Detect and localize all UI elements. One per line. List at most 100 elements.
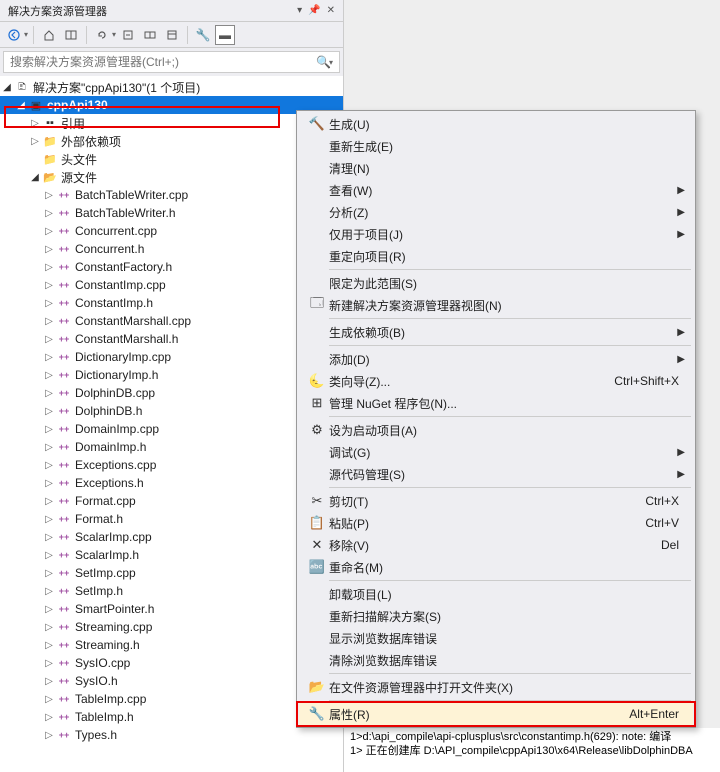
menu-label: 分析(Z) <box>329 204 677 221</box>
menu-label: 卸载项目(L) <box>329 586 687 603</box>
output-line: 1>d:\api_compile\api-cplusplus\src\const… <box>350 730 714 744</box>
menu-item[interactable]: 清除浏览数据库错误 <box>299 649 693 671</box>
menu-item[interactable]: 🗔新建解决方案资源管理器视图(N) <box>299 294 693 316</box>
menu-item[interactable]: 重新生成(E) <box>299 135 693 157</box>
menu-item[interactable]: 🌜类向导(Z)...Ctrl+Shift+X <box>299 370 693 392</box>
menu-item[interactable]: 清理(N) <box>299 157 693 179</box>
menu-item[interactable]: 查看(W)▶ <box>299 179 693 201</box>
menu-label: 显示浏览数据库错误 <box>329 630 687 647</box>
wrench-button[interactable]: 🔧 <box>193 25 213 45</box>
sync-button[interactable] <box>61 25 81 45</box>
menu-item[interactable]: 🔤重命名(M) <box>299 556 693 578</box>
references-node[interactable]: ▪▪ 引用 <box>0 114 343 132</box>
file-node[interactable]: ++DomainImp.h <box>0 438 343 456</box>
file-node[interactable]: ++SetImp.h <box>0 582 343 600</box>
file-node[interactable]: ++Concurrent.h <box>0 240 343 258</box>
sources-node[interactable]: 📂 源文件 <box>0 168 343 186</box>
menu-item[interactable]: 📂在文件资源管理器中打开文件夹(X) <box>299 676 693 698</box>
cpp-icon: ++ <box>56 223 72 239</box>
file-node[interactable]: ++DolphinDB.cpp <box>0 384 343 402</box>
file-node[interactable]: ++Streaming.h <box>0 636 343 654</box>
menu-item[interactable]: 限定为此范围(S) <box>299 272 693 294</box>
file-node[interactable]: ++ConstantMarshall.h <box>0 330 343 348</box>
menu-item[interactable]: 调试(G)▶ <box>299 441 693 463</box>
h-icon: ++ <box>56 601 72 617</box>
dropdown-icon[interactable]: ▾ <box>297 6 302 16</box>
paste-icon: 📋 <box>305 515 329 531</box>
show-all-button[interactable] <box>140 25 160 45</box>
search-box[interactable]: 🔍▾ <box>3 51 340 73</box>
menu-label: 重新扫描解决方案(S) <box>329 608 687 625</box>
menu-item[interactable]: 添加(D)▶ <box>299 348 693 370</box>
file-node[interactable]: ++TableImp.h <box>0 708 343 726</box>
solution-tree[interactable]: 🗈 解决方案"cppApi130"(1 个项目) ▣ cppApi130 ▪▪ … <box>0 76 343 772</box>
refresh-button[interactable] <box>92 25 112 45</box>
file-node[interactable]: ++DictionaryImp.cpp <box>0 348 343 366</box>
back-button[interactable] <box>4 25 24 45</box>
menu-label: 调试(G) <box>329 444 677 461</box>
file-node[interactable]: ++DictionaryImp.h <box>0 366 343 384</box>
menu-item[interactable]: ⊞管理 NuGet 程序包(N)... <box>299 392 693 414</box>
menu-item[interactable]: 分析(Z)▶ <box>299 201 693 223</box>
menu-label: 在文件资源管理器中打开文件夹(X) <box>329 679 687 696</box>
file-node[interactable]: ++ConstantMarshall.cpp <box>0 312 343 330</box>
file-node[interactable]: ++Exceptions.cpp <box>0 456 343 474</box>
menu-item[interactable]: 仅用于项目(J)▶ <box>299 223 693 245</box>
headers-node[interactable]: 📁 头文件 <box>0 150 343 168</box>
menu-item[interactable]: ✕移除(V)Del <box>299 534 693 556</box>
solution-icon: 🗈 <box>14 79 30 95</box>
file-node[interactable]: ++ConstantFactory.h <box>0 258 343 276</box>
collapse-all-button[interactable] <box>118 25 138 45</box>
project-node[interactable]: ▣ cppApi130 <box>0 96 343 114</box>
menu-item[interactable]: 重新扫描解决方案(S) <box>299 605 693 627</box>
file-node[interactable]: ++ScalarImp.cpp <box>0 528 343 546</box>
file-node[interactable]: ++ConstantImp.h <box>0 294 343 312</box>
search-input[interactable] <box>10 55 316 69</box>
file-node[interactable]: ++SysIO.cpp <box>0 654 343 672</box>
file-node[interactable]: ++Format.h <box>0 510 343 528</box>
file-node[interactable]: ++ConstantImp.cpp <box>0 276 343 294</box>
menu-item[interactable]: 显示浏览数据库错误 <box>299 627 693 649</box>
panel-header: 解决方案资源管理器 ▾ 📌 ✕ <box>0 0 343 22</box>
file-node[interactable]: ++DolphinDB.h <box>0 402 343 420</box>
file-node[interactable]: ++Types.h <box>0 726 343 744</box>
file-node[interactable]: ++Format.cpp <box>0 492 343 510</box>
file-node[interactable]: ++SysIO.h <box>0 672 343 690</box>
menu-item[interactable]: 🔨生成(U) <box>299 113 693 135</box>
h-icon: ++ <box>56 709 72 725</box>
menu-item[interactable]: ✂剪切(T)Ctrl+X <box>299 490 693 512</box>
menu-item[interactable]: 重定向项目(R) <box>299 245 693 267</box>
file-node[interactable]: ++DomainImp.cpp <box>0 420 343 438</box>
close-icon[interactable]: ✕ <box>327 6 335 16</box>
menu-item[interactable]: ⚙设为启动项目(A) <box>299 419 693 441</box>
file-node[interactable]: ++Streaming.cpp <box>0 618 343 636</box>
folder-icon: 📁 <box>42 133 58 149</box>
file-node[interactable]: ++Concurrent.cpp <box>0 222 343 240</box>
menu-item[interactable]: 卸载项目(L) <box>299 583 693 605</box>
menu-item[interactable]: 📋粘贴(P)Ctrl+V <box>299 512 693 534</box>
file-node[interactable]: ++ScalarImp.h <box>0 546 343 564</box>
cpp-icon: ++ <box>56 385 72 401</box>
menu-label: 清除浏览数据库错误 <box>329 652 687 669</box>
file-node[interactable]: ++Exceptions.h <box>0 474 343 492</box>
file-node[interactable]: ++BatchTableWriter.h <box>0 204 343 222</box>
file-node[interactable]: ++SmartPointer.h <box>0 600 343 618</box>
file-node[interactable]: ++SetImp.cpp <box>0 564 343 582</box>
external-deps-node[interactable]: 📁 外部依赖项 <box>0 132 343 150</box>
menu-label: 源代码管理(S) <box>329 466 677 483</box>
properties-button[interactable] <box>162 25 182 45</box>
menu-item[interactable]: 🔧属性(R)Alt+Enter <box>299 703 693 725</box>
h-icon: ++ <box>56 295 72 311</box>
menu-label: 类向导(Z)... <box>329 373 614 390</box>
menu-item[interactable]: 源代码管理(S)▶ <box>299 463 693 485</box>
pin-icon[interactable]: 📌 <box>308 6 320 16</box>
file-node[interactable]: ++TableImp.cpp <box>0 690 343 708</box>
folder-icon: 📂 <box>305 679 329 695</box>
file-node[interactable]: ++BatchTableWriter.cpp <box>0 186 343 204</box>
solution-node[interactable]: 🗈 解决方案"cppApi130"(1 个项目) <box>0 78 343 96</box>
submenu-arrow-icon: ▶ <box>677 207 687 218</box>
menu-item[interactable]: 生成依赖项(B)▶ <box>299 321 693 343</box>
toggle-button[interactable]: ▬ <box>215 25 235 45</box>
cpp-icon: ++ <box>56 655 72 671</box>
home-button[interactable] <box>39 25 59 45</box>
